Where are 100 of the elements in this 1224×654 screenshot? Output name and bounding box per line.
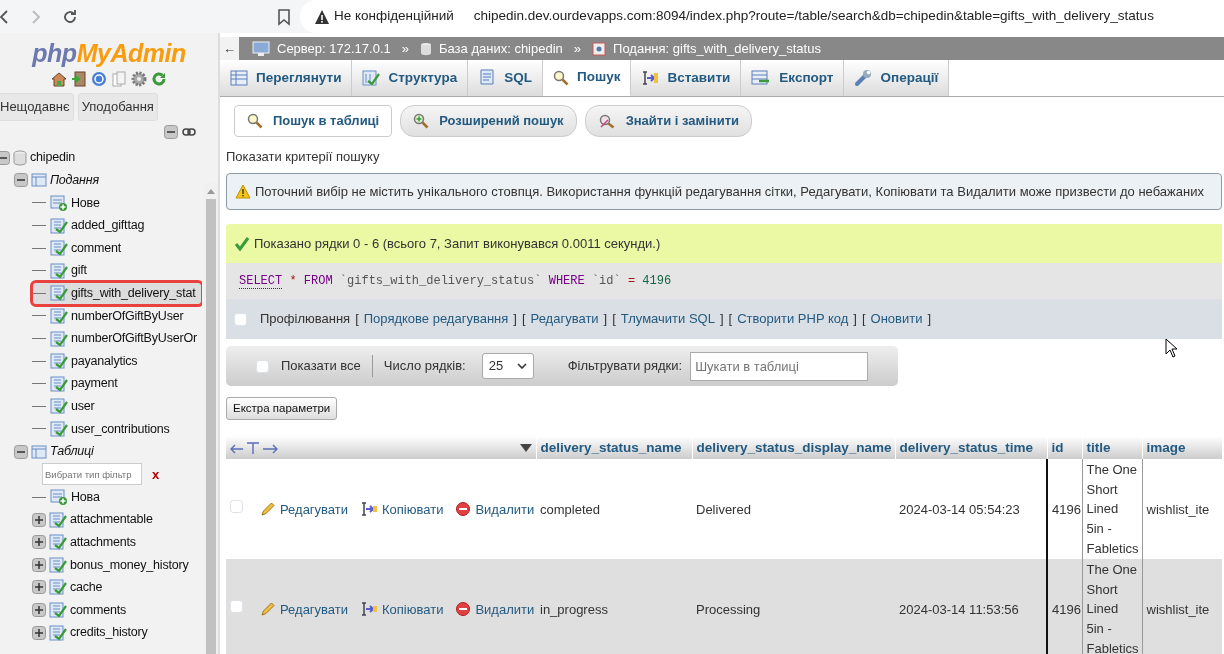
export-icon	[751, 70, 772, 86]
url-field[interactable]: chipedin.dev.ourdevapps.com:8094/index.php?route=/table/search&db=chipedin&table=gifts_with_delivery_status	[473, 6, 1154, 27]
tab[interactable]: SQL	[468, 60, 543, 96]
collapse-icon[interactable]	[14, 173, 28, 188]
tree-item[interactable]: cache	[70, 578, 103, 597]
tree-item[interactable]: numberOfGiftByUser	[71, 306, 184, 326]
breadcrumb-link[interactable]: Сервер: 172.17.0.1	[277, 38, 391, 59]
view-icon	[50, 285, 68, 302]
sidebar-button[interactable]: Нещодавнє	[0, 93, 74, 121]
checkbox[interactable]	[256, 359, 269, 373]
tree-item[interactable]: comments	[70, 600, 127, 620]
reload-icon[interactable]	[151, 71, 167, 87]
tree-item[interactable]: user_contributions	[71, 419, 170, 439]
home-icon[interactable]	[51, 71, 67, 87]
security-warning[interactable]: Не конфіденційний	[334, 6, 454, 27]
link[interactable]: Порядкове редагування	[363, 309, 509, 329]
tree-item[interactable]: user	[71, 396, 95, 416]
checkbox-label[interactable]: Профілювання	[260, 309, 351, 329]
collapse-icon[interactable]	[14, 444, 28, 459]
tree-item[interactable]: Таблиці	[50, 442, 94, 461]
logo[interactable]: phpMyAdmin	[32, 33, 186, 67]
rows-select[interactable]: 25	[481, 353, 534, 379]
column-header[interactable]: delivery_status_display_name	[692, 436, 895, 460]
help-icon[interactable]	[91, 71, 107, 87]
delete-icon	[455, 601, 472, 618]
bookmark-icon[interactable]	[276, 8, 292, 26]
tree-item[interactable]: numberOfGiftByUserOr	[71, 329, 197, 348]
tree-item[interactable]: payment	[71, 374, 118, 394]
action-link[interactable]: Редагувати	[260, 499, 349, 519]
tree-item[interactable]: gift	[71, 261, 87, 281]
sidebar-button[interactable]: Уподобання	[77, 93, 158, 121]
success-text: Показано рядки 0 - 6 (всього 7, Запит виконувався 0.0011 секунди.)	[254, 234, 661, 253]
filter-field[interactable]: Вибрати тип фільтр	[42, 463, 142, 486]
clear-filter-button[interactable]: x	[152, 464, 160, 485]
view-icon	[592, 41, 607, 56]
column-header[interactable]: delivery_status_time	[895, 436, 1047, 460]
tree-item[interactable]: attachmentable	[70, 510, 153, 530]
back-button[interactable]: ←	[220, 37, 239, 60]
table-cell: in_progress	[536, 559, 692, 654]
column-arrows-icon[interactable]	[230, 440, 278, 455]
breadcrumb-link[interactable]: База даних: chipedin	[439, 38, 563, 59]
view-icon	[50, 240, 68, 257]
expand-icon[interactable]	[32, 580, 46, 595]
new-item-icon	[50, 195, 68, 211]
collapse-all-icon[interactable]	[164, 124, 178, 139]
tree-item[interactable]: bonus_money_history	[70, 555, 189, 575]
settings-icon[interactable]	[131, 71, 147, 87]
expand-icon[interactable]	[32, 603, 46, 618]
expand-icon[interactable]	[32, 625, 46, 640]
caret-icon	[516, 363, 527, 369]
action-link[interactable]: Копіювати	[360, 499, 444, 519]
column-header[interactable]: delivery_status_name	[536, 436, 692, 460]
tree-item[interactable]: Нова	[71, 487, 100, 507]
breadcrumb-separator: »	[573, 39, 582, 58]
subtab-button[interactable]: Розширений пошук	[400, 105, 577, 137]
column-header[interactable]: title	[1082, 436, 1142, 460]
exit-icon[interactable]	[71, 71, 87, 87]
breadcrumb-link[interactable]: Подання: gifts_with_delivery_status	[613, 38, 821, 59]
tree-item[interactable]: comment	[71, 238, 121, 258]
search-icon	[247, 112, 263, 129]
search-criteria-link[interactable]: Показати критерії пошуку	[226, 146, 380, 166]
tree-item[interactable]: credits_history	[70, 623, 148, 643]
filter-field[interactable]: Шукати в таблиці	[690, 351, 869, 381]
checkbox[interactable]	[230, 599, 243, 613]
table-cell: 4196	[1047, 459, 1082, 560]
tab[interactable]: Переглянути	[220, 60, 353, 96]
action-link[interactable]: Копіювати	[360, 599, 444, 619]
link[interactable]: Оновити	[870, 309, 923, 329]
tree-item[interactable]: payanalytics	[71, 351, 138, 371]
extra-options-button[interactable]: Екстра параметри	[226, 397, 338, 421]
table-icon	[49, 624, 67, 641]
view-icon	[50, 262, 68, 279]
expand-icon[interactable]	[32, 535, 46, 550]
link[interactable]: Створити PHP код	[737, 309, 849, 329]
action-link[interactable]: Видалити	[455, 499, 535, 519]
tab[interactable]: Вставити	[631, 60, 742, 96]
expand-icon[interactable]	[32, 557, 46, 572]
checkbox-label[interactable]: Показати все	[281, 356, 361, 376]
subtab-button[interactable]: Пошук в таблиці	[234, 105, 393, 137]
sort-caret-icon[interactable]	[519, 443, 532, 452]
action-link[interactable]: Видалити	[455, 599, 535, 619]
expand-icon[interactable]	[32, 512, 46, 527]
tree-item[interactable]: chipedin	[30, 148, 75, 168]
checkbox[interactable]	[230, 499, 243, 513]
link[interactable]: Тлумачити SQL	[620, 309, 715, 329]
link[interactable]: Редагувати	[530, 309, 599, 329]
subtab-button[interactable]: Знайти і замінити	[584, 105, 752, 137]
tree-item[interactable]: Нове	[71, 193, 100, 213]
tab[interactable]: Експорт	[741, 60, 845, 96]
tab[interactable]: Структура	[352, 60, 469, 96]
collapse-icon[interactable]	[0, 150, 10, 165]
tree-item[interactable]: Подання	[50, 171, 99, 190]
column-header[interactable]: image	[1142, 436, 1222, 460]
tab[interactable]: Операції	[844, 60, 950, 96]
column-header[interactable]: id	[1047, 436, 1082, 460]
tree-item[interactable]: attachments	[70, 532, 136, 552]
tree-item[interactable]: added_gifttag	[71, 216, 145, 235]
view-icon	[50, 375, 68, 392]
checkbox[interactable]	[234, 312, 247, 326]
action-link[interactable]: Редагувати	[260, 599, 349, 619]
